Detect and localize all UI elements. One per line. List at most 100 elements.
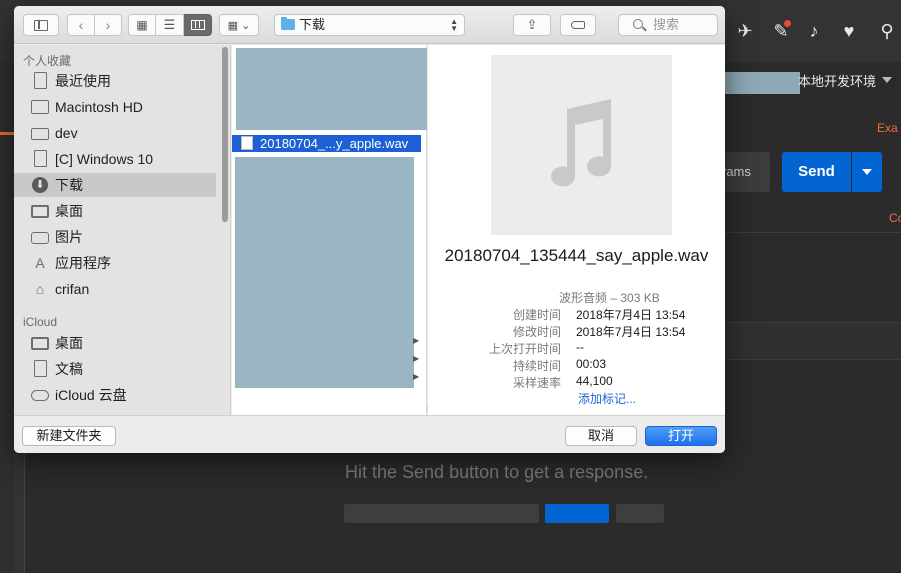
recent-icon bbox=[34, 72, 47, 89]
meta-label: 持续时间 bbox=[512, 359, 561, 373]
search-placeholder: 搜索 bbox=[653, 17, 680, 32]
placeholder-bar bbox=[344, 504, 539, 523]
open-button[interactable]: 打开 bbox=[645, 426, 717, 446]
file-thumbnail bbox=[491, 55, 672, 235]
meta-duration: 持续时间 00:03 bbox=[428, 357, 725, 374]
group-icon: ▦ ⌄ bbox=[227, 19, 251, 32]
sidebar-item-icloud-desktop[interactable]: 桌面 bbox=[14, 331, 216, 355]
environment-blurred bbox=[718, 72, 800, 94]
share-button[interactable]: ⇪ bbox=[513, 14, 551, 36]
pin-icon[interactable]: ⚲ bbox=[876, 20, 898, 42]
code-link[interactable]: Co bbox=[889, 211, 901, 225]
sidebar-item-macintosh-hd[interactable]: Macintosh HD bbox=[14, 95, 216, 119]
chevron-down-icon[interactable] bbox=[882, 77, 892, 83]
desktop-icon bbox=[31, 205, 49, 218]
forward-button[interactable]: › bbox=[95, 14, 122, 36]
placeholder-bar bbox=[616, 504, 664, 523]
sidebar-item-downloads[interactable]: ⬇ 下载 bbox=[14, 173, 216, 197]
meta-value: -- bbox=[576, 340, 584, 354]
heart-icon[interactable]: ♥ bbox=[838, 20, 860, 42]
list-view-button[interactable]: ☰ bbox=[156, 14, 184, 36]
sidebar-icon bbox=[34, 19, 48, 31]
meta-sample-rate: 采样速率 44,100 bbox=[428, 374, 725, 391]
path-label: 下载 bbox=[299, 17, 326, 32]
sidebar-item-home[interactable]: ⌂ crifan bbox=[14, 277, 216, 301]
send-button[interactable]: Send bbox=[782, 152, 851, 192]
sidebar-item-windows10[interactable]: [C] Windows 10 bbox=[14, 147, 216, 171]
list-icon: ☰ bbox=[163, 17, 176, 32]
sidebar-item-label: 文稿 bbox=[55, 361, 83, 377]
cloud-icon bbox=[31, 390, 49, 401]
file-row-selected[interactable]: 20180704_...y_apple.wav bbox=[232, 135, 421, 152]
columns-icon bbox=[190, 20, 205, 30]
preview-kind: 波形音频 – 303 KB bbox=[559, 291, 660, 305]
applications-icon: A bbox=[35, 255, 45, 271]
column-view-button[interactable] bbox=[184, 14, 212, 36]
chevron-right-icon: ▶ bbox=[413, 354, 420, 363]
response-hint: Hit the Send button to get a response. bbox=[345, 462, 649, 482]
sidebar-item-pictures[interactable]: 图片 bbox=[14, 225, 216, 249]
cancel-button[interactable]: 取消 bbox=[565, 426, 637, 446]
sidebar-item-label: 最近使用 bbox=[55, 73, 111, 89]
new-folder-button[interactable]: 新建文件夹 bbox=[22, 426, 116, 446]
sidebar-item-icloud-documents[interactable]: 文稿 bbox=[14, 357, 216, 381]
share-icon: ⇪ bbox=[526, 17, 538, 32]
sidebar-item-recents[interactable]: 最近使用 bbox=[14, 69, 216, 93]
chevron-right-icon: ▶ bbox=[413, 372, 420, 381]
document-icon bbox=[34, 360, 47, 377]
sidebar-scrollbar[interactable] bbox=[222, 47, 228, 222]
audio-file-icon bbox=[241, 136, 253, 150]
send-dropdown-button[interactable] bbox=[852, 152, 882, 192]
sidebar-item-label: 图片 bbox=[55, 229, 83, 245]
open-file-dialog: ‹ › ▦ ☰ ▦ ⌄ 下载 ▲ ▼ ⇪ 搜索 个人收藏 最近使用 Macinto… bbox=[14, 6, 725, 453]
app-sidebar bbox=[0, 62, 14, 573]
file-column: 20180704_...y_apple.wav ▶ ▶ ▶ bbox=[232, 45, 427, 415]
examples-tab[interactable]: Exa bbox=[877, 121, 898, 135]
chevron-left-icon: ‹ bbox=[78, 17, 84, 33]
response-tabs-bar bbox=[700, 322, 901, 360]
divider bbox=[700, 232, 901, 233]
sidebar-item-desktop[interactable]: 桌面 bbox=[14, 199, 216, 223]
dialog-bottom-bar: 新建文件夹 取消 打开 bbox=[14, 415, 725, 453]
sidebar-item-label: 桌面 bbox=[55, 335, 83, 351]
app-sidebar-panel bbox=[14, 454, 25, 573]
document-icon bbox=[34, 150, 47, 167]
satellite-icon[interactable]: ✈ bbox=[734, 20, 756, 42]
meta-value: 2018年7月4日 13:54 bbox=[576, 325, 686, 339]
bell-icon[interactable]: ♪ bbox=[803, 20, 825, 42]
folder-icon bbox=[281, 17, 295, 30]
preview-pane: 20180704_135444_say_apple.wav 波形音频 – 303… bbox=[428, 45, 725, 415]
meta-value: 44,100 bbox=[576, 374, 613, 388]
favorites-header: 个人收藏 bbox=[23, 54, 72, 68]
sidebar-toggle-button[interactable] bbox=[23, 14, 59, 36]
notification-badge bbox=[784, 20, 791, 27]
meta-created: 创建时间 2018年7月4日 13:54 bbox=[428, 306, 725, 323]
tags-button[interactable] bbox=[560, 14, 596, 36]
chevron-right-icon: ▶ bbox=[413, 336, 420, 345]
sidebar-item-applications[interactable]: A 应用程序 bbox=[14, 251, 216, 275]
path-popup[interactable]: 下载 ▲ ▼ bbox=[274, 14, 465, 36]
dialog-toolbar: ‹ › ▦ ☰ ▦ ⌄ 下载 ▲ ▼ ⇪ 搜索 bbox=[14, 6, 725, 44]
environment-label[interactable]: 本地开发环境 bbox=[798, 70, 876, 94]
add-tags-link[interactable]: 添加标记... bbox=[578, 390, 636, 407]
group-button[interactable]: ▦ ⌄ bbox=[219, 14, 259, 36]
meta-label: 创建时间 bbox=[512, 308, 561, 322]
sidebar-item-dev[interactable]: dev bbox=[14, 121, 216, 145]
music-note-icon bbox=[551, 99, 611, 187]
back-button[interactable]: ‹ bbox=[67, 14, 95, 36]
icon-view-button[interactable]: ▦ bbox=[128, 14, 156, 36]
hard-disk-icon bbox=[31, 100, 49, 114]
redacted-files bbox=[236, 48, 427, 130]
meta-label: 采样速率 bbox=[512, 376, 561, 390]
download-icon: ⬇ bbox=[32, 177, 48, 193]
redacted-files bbox=[235, 157, 414, 388]
meta-modified: 修改时间 2018年7月4日 13:54 bbox=[428, 323, 725, 340]
sidebar-item-label: crifan bbox=[55, 281, 90, 297]
search-input[interactable]: 搜索 bbox=[618, 14, 718, 36]
dialog-sidebar: 个人收藏 最近使用 Macintosh HD dev [C] Windows 1… bbox=[14, 45, 231, 415]
sidebar-item-label: 下载 bbox=[55, 177, 83, 193]
desktop-icon bbox=[31, 337, 49, 350]
sidebar-item-icloud-drive[interactable]: iCloud 云盘 bbox=[14, 383, 216, 407]
placeholder-bar-accent bbox=[545, 504, 609, 523]
home-icon: ⌂ bbox=[35, 281, 45, 297]
